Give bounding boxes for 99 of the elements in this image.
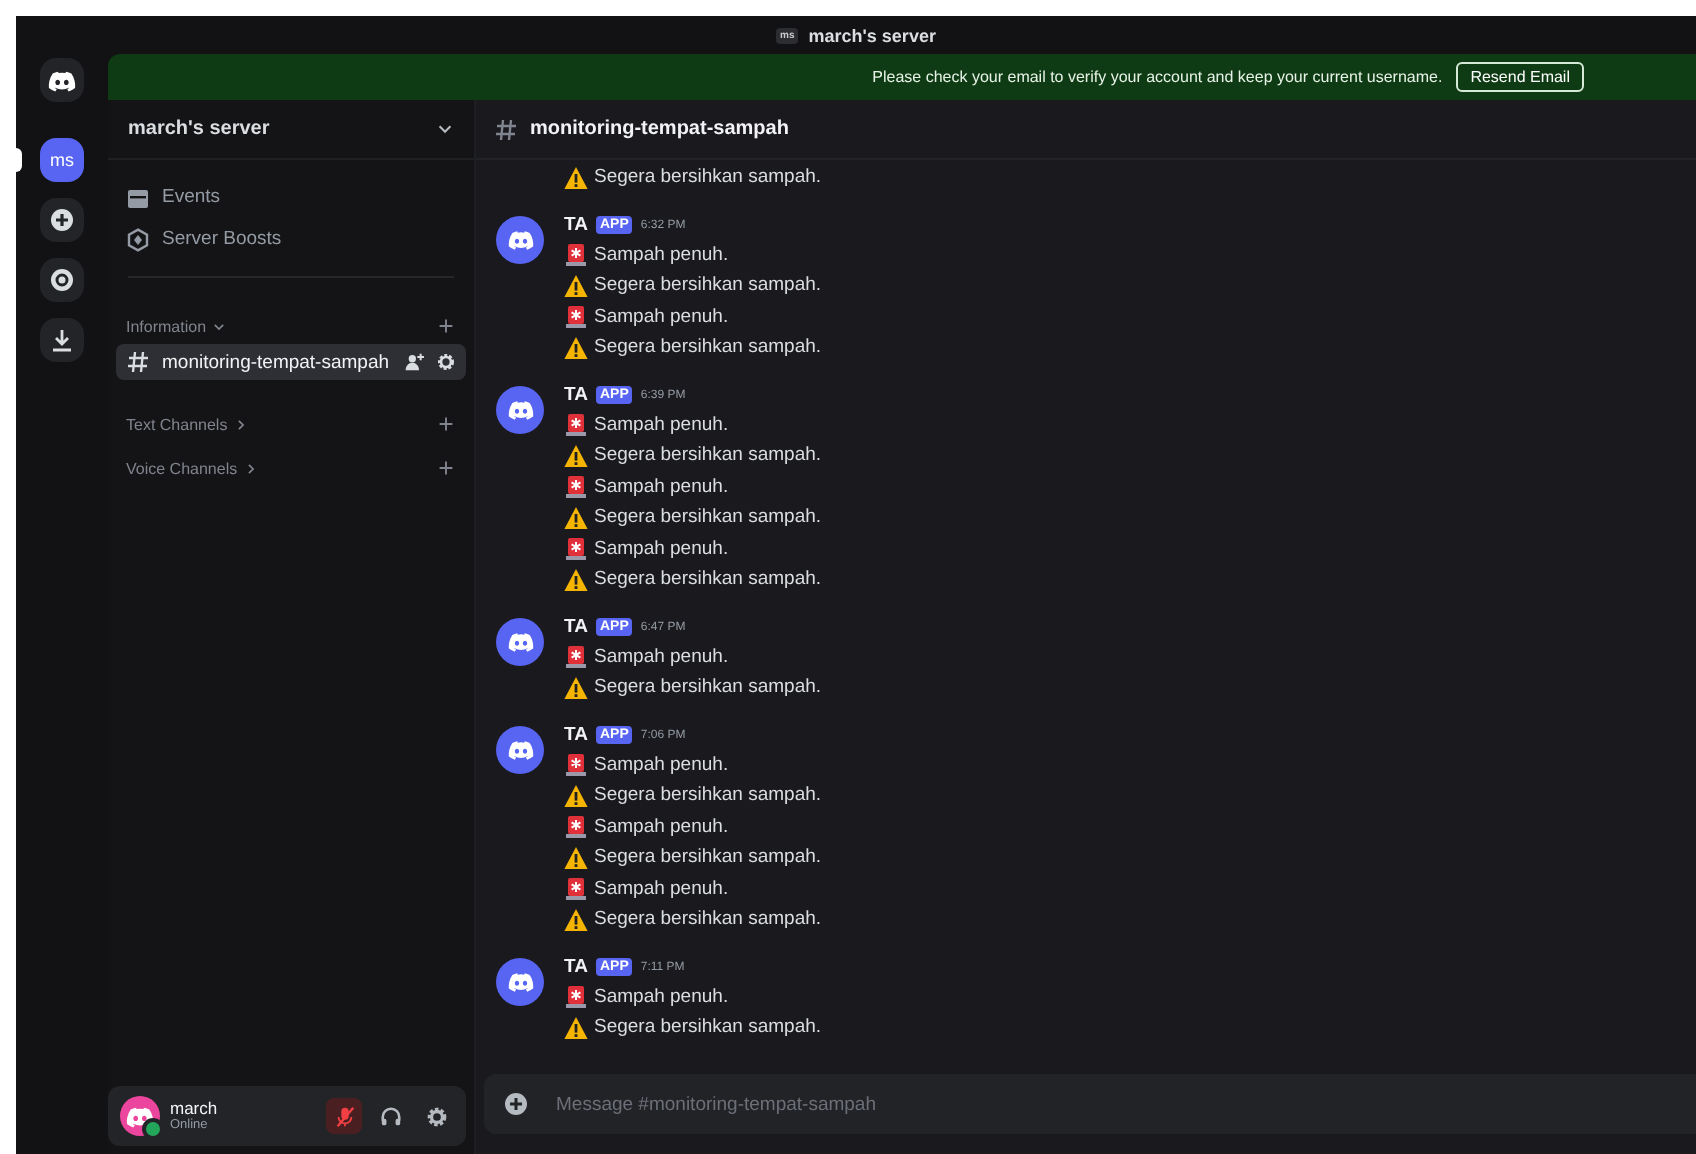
message-text: Sampah penuh. (594, 305, 729, 328)
add-button[interactable] (40, 198, 84, 242)
user-name: march (170, 1099, 220, 1118)
category-label[interactable]: Voice Channels (126, 459, 238, 477)
warning-icon (564, 505, 588, 530)
siren-icon (564, 304, 588, 329)
download-button[interactable] (40, 318, 84, 362)
siren-icon (564, 876, 588, 901)
message-text: Segera bersihkan sampah. (594, 166, 822, 189)
siren-icon (564, 644, 588, 669)
author-name[interactable]: TA (564, 384, 588, 406)
message-text: Segera bersihkan sampah. (594, 784, 822, 807)
sidebar-item[interactable]: Events (116, 176, 466, 218)
warning-icon (564, 907, 588, 932)
discord-logo-icon (507, 399, 533, 419)
message-text: Sampah penuh. (594, 243, 729, 266)
discord-logo-icon (507, 631, 533, 651)
siren-icon (564, 474, 588, 499)
warning-icon (564, 845, 588, 870)
message-field[interactable]: Message #monitoring-tempat-sampah (552, 1091, 1696, 1117)
message-bar[interactable]: Message #monitoring-tempat-sampah (484, 1074, 1696, 1134)
siren-icon (564, 984, 588, 1009)
warning-icon (564, 783, 588, 808)
plus-icon[interactable] (438, 460, 454, 476)
author-name[interactable]: TA (564, 616, 588, 638)
message-text: Segera bersihkan sampah. (594, 676, 822, 699)
server-button[interactable]: ms (40, 138, 84, 182)
channel-item[interactable]: monitoring-tempat-sampah (116, 344, 466, 380)
hash-icon (494, 117, 518, 141)
siren-icon (564, 814, 588, 839)
plus-icon[interactable] (438, 318, 454, 334)
message-text: Sampah penuh. (594, 475, 729, 498)
add-member-icon[interactable] (404, 352, 424, 372)
server-header[interactable]: march's server (108, 100, 474, 160)
message-text: Sampah penuh. (594, 985, 729, 1008)
discord-logo-icon (507, 739, 533, 759)
siren-icon (564, 536, 588, 561)
user-avatar[interactable] (120, 1096, 160, 1136)
siren-icon (564, 752, 588, 777)
message-text: Sampah penuh. (594, 877, 729, 900)
message-text: Segera bersihkan sampah. (594, 274, 822, 297)
discord-logo-icon (48, 69, 76, 91)
online-status-dot (142, 1118, 164, 1140)
download-icon (50, 328, 74, 352)
warning-icon (564, 335, 588, 360)
server-name: march's server (128, 118, 270, 140)
compass-icon (50, 268, 74, 292)
category-label[interactable]: Text Channels (126, 415, 228, 433)
warning-icon (564, 567, 588, 592)
resend-email-button[interactable]: Resend Email (1456, 62, 1584, 92)
message-text: Sampah penuh. (594, 645, 729, 668)
siren-icon (564, 412, 588, 437)
warning-icon (564, 1015, 588, 1040)
author-name[interactable]: TA (564, 214, 588, 236)
warning-icon (564, 443, 588, 468)
warning-icon (564, 165, 588, 190)
sidebar-item[interactable]: Server Boosts (116, 218, 466, 260)
discord-logo-icon (507, 229, 533, 249)
mic-slashed-icon (333, 1105, 355, 1127)
message-text: Sampah penuh. (594, 815, 729, 838)
message-text: Segera bersihkan sampah. (594, 336, 822, 359)
plus-icon (50, 208, 74, 232)
message-text: Sampah penuh. (594, 413, 729, 436)
window-title: march's server (808, 25, 936, 45)
siren-icon (564, 242, 588, 267)
message-text: Sampah penuh. (594, 753, 729, 776)
discord-logo-icon (507, 971, 533, 991)
discover-button[interactable] (40, 258, 84, 302)
author-name[interactable]: TA (564, 956, 588, 978)
message-text: Segera bersihkan sampah. (594, 444, 822, 467)
bot-avatar[interactable] (496, 617, 544, 665)
settings-icon[interactable] (436, 352, 456, 372)
home-button[interactable] (40, 58, 84, 102)
message-text: Segera bersihkan sampah. (594, 568, 822, 591)
channel-title: monitoring-tempat-sampah (530, 118, 789, 140)
warning-icon (564, 273, 588, 298)
chevron-down-icon (436, 120, 454, 138)
bot-avatar[interactable] (496, 385, 544, 433)
headphones-icon (379, 1105, 401, 1127)
selected-indicator (16, 148, 22, 172)
plus-icon[interactable] (504, 1092, 528, 1116)
message-text: Segera bersihkan sampah. (594, 908, 822, 931)
hash-icon (126, 350, 150, 374)
message-text: Segera bersihkan sampah. (594, 506, 822, 529)
warning-icon (564, 675, 588, 700)
settings-icon (425, 1105, 447, 1127)
author-name[interactable]: TA (564, 724, 588, 746)
bot-avatar[interactable] (496, 725, 544, 773)
mic-muted-button[interactable] (326, 1098, 362, 1134)
message-text: Sampah penuh. (594, 537, 729, 560)
category-label[interactable]: Information (126, 317, 207, 335)
bot-avatar[interactable] (496, 215, 544, 263)
plus-icon[interactable] (438, 416, 454, 432)
calendar-icon (126, 185, 150, 209)
banner-text: Please check your email to verify your account and keep your current username. (872, 68, 1443, 86)
message-text: Segera bersihkan sampah. (594, 846, 822, 869)
boost-icon (126, 227, 150, 251)
bot-avatar[interactable] (496, 957, 544, 1005)
message-text: Segera bersihkan sampah. (594, 1016, 822, 1039)
